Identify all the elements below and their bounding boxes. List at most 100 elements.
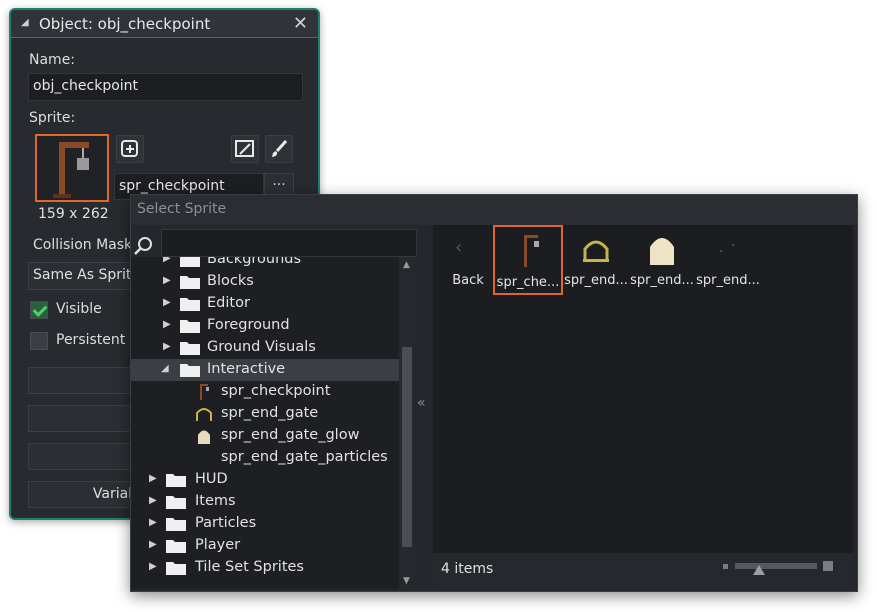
expand-arrow-icon[interactable]: ▶ [149,539,157,550]
zoom-in-icon[interactable] [823,561,833,571]
folder-icon [180,257,200,267]
item-count: 4 items [441,561,494,577]
zoom-slider[interactable] [735,563,817,569]
search-input[interactable] [161,229,417,257]
tree-folder-ground-visuals[interactable]: ▶ Ground Visuals [131,337,399,359]
tree-label: HUD [195,471,228,487]
tree-folder-backgrounds[interactable]: ▶ Backgrounds [131,257,399,271]
end-gate-sprite-icon [196,408,212,421]
sprite-gallery: ‹ Back spr_che... spr_end... spr_end... [433,225,853,553]
expand-arrow-icon[interactable]: ▶ [149,517,157,528]
tree-folder-foreground[interactable]: ▶ Foreground [131,315,399,337]
zoom-slider-handle[interactable] [753,565,765,575]
expand-arrow-icon[interactable]: ▶ [163,297,171,308]
open-folder-icon [180,364,200,377]
collision-mask-label: Collision Mask [33,237,133,253]
tree-folder-hud[interactable]: ▶ HUD [131,469,399,491]
tree-sprite-end-gate[interactable]: spr_end_gate [131,403,399,425]
expand-arrow-icon[interactable]: ▶ [163,319,171,330]
tree-label: Editor [207,295,250,311]
checkpoint-sprite-icon [200,384,209,400]
tree-label: Interactive [207,361,286,377]
expand-arrow-icon[interactable]: ▶ [163,275,171,286]
folder-icon [166,562,186,575]
end-gate-sprite-icon [583,240,609,262]
brush-icon [272,139,288,157]
tile-label: spr_end... [564,273,628,288]
tree-label: spr_end_gate [221,405,319,421]
expand-arrow-icon[interactable]: ▶ [149,473,157,484]
tile-spr-checkpoint[interactable]: spr_che... [493,225,563,295]
visible-label: Visible [56,301,102,317]
search-icon [134,237,152,255]
name-field[interactable]: obj_checkpoint [28,73,303,101]
zoom-out-icon[interactable] [723,564,728,569]
expand-arrow-icon[interactable]: ▶ [163,257,171,264]
tree-label: Particles [195,515,257,531]
add-sprite-icon [121,140,138,157]
paint-sprite-button[interactable] [265,135,293,163]
collapse-arrow-icon[interactable]: ◢ [161,363,169,374]
tree-label: Player [195,537,241,553]
collapse-arrow-icon[interactable]: ◢ [21,17,29,28]
visible-checkbox[interactable] [30,301,48,319]
folder-icon [180,320,200,333]
sprite-size-label: 159 x 262 [38,206,109,222]
expand-arrow-icon[interactable]: ▶ [149,495,157,506]
tree-sprite-end-gate-particles[interactable]: spr_end_gate_particles [131,447,399,469]
folder-icon [166,496,186,509]
tree-folder-interactive[interactable]: ◢ Interactive [131,359,399,381]
tree-label: Ground Visuals [207,339,316,355]
folder-icon [180,276,200,289]
tile-spr-end-gate[interactable]: spr_end... [561,225,631,295]
select-sprite-dialog: Select Sprite ▶ Backgrounds ▶ Blocks ▶ E… [130,194,858,592]
tree-label: spr_checkpoint [221,383,331,399]
tile-spr-end-gate-glow[interactable]: spr_end... [627,225,697,295]
tree-label: spr_end_gate_particles [221,449,388,465]
close-icon[interactable]: ✕ [293,13,308,34]
new-sprite-button[interactable] [116,135,144,163]
expand-arrow-icon[interactable]: ▶ [163,341,171,352]
tree-folder-particles[interactable]: ▶ Particles [131,513,399,535]
tree-label: Backgrounds [207,257,302,267]
back-arrow-icon: ‹ [455,237,463,258]
scroll-down-icon[interactable]: ▼ [403,576,410,586]
select-sprite-title: Select Sprite [137,201,227,217]
tile-label: spr_end... [630,273,694,288]
particles-sprite-icon [720,244,734,252]
tree-label: Blocks [207,273,254,289]
scrollbar-thumb[interactable] [402,347,412,547]
edit-sprite-button[interactable] [231,135,259,163]
scroll-up-icon[interactable]: ▲ [403,260,410,270]
glow-sprite-icon [198,430,210,444]
edit-image-icon [235,140,254,157]
tile-spr-end-gate-particles[interactable]: spr_end... [693,225,763,295]
tile-label: spr_che... [496,275,560,290]
glow-sprite-icon [650,238,674,265]
sprite-thumbnail[interactable] [35,134,109,202]
tree-folder-items[interactable]: ▶ Items [131,491,399,513]
tree-label: Items [195,493,236,509]
tree-folder-editor[interactable]: ▶ Editor [131,293,399,315]
tree-label: spr_end_gate_glow [221,427,360,443]
tree-sprite-checkpoint[interactable]: spr_checkpoint [131,381,399,403]
gallery-status-bar: 4 items [433,553,853,589]
checkpoint-sprite-icon [524,235,539,267]
tree-folder-player[interactable]: ▶ Player [131,535,399,557]
tree-folder-blocks[interactable]: ▶ Blocks [131,271,399,293]
collapse-panel-icon[interactable]: « [417,395,426,411]
folder-icon [180,298,200,311]
folder-icon [166,474,186,487]
tree-sprite-end-gate-glow[interactable]: spr_end_gate_glow [131,425,399,447]
object-editor-titlebar[interactable]: ◢ Object: obj_checkpoint ✕ [11,10,318,38]
folder-icon [166,518,186,531]
expand-arrow-icon[interactable]: ▶ [149,561,157,572]
tree-label: Foreground [207,317,290,333]
persistent-checkbox[interactable] [30,332,48,350]
folder-icon [180,342,200,355]
tree-folder-tile-set-sprites[interactable]: ▶ Tile Set Sprites [131,557,399,579]
name-label: Name: [29,52,76,68]
select-sprite-header: Select Sprite [131,195,857,225]
tree-scrollbar[interactable]: ▲ ▼ [399,257,415,589]
checkpoint-sprite-icon [53,142,89,198]
